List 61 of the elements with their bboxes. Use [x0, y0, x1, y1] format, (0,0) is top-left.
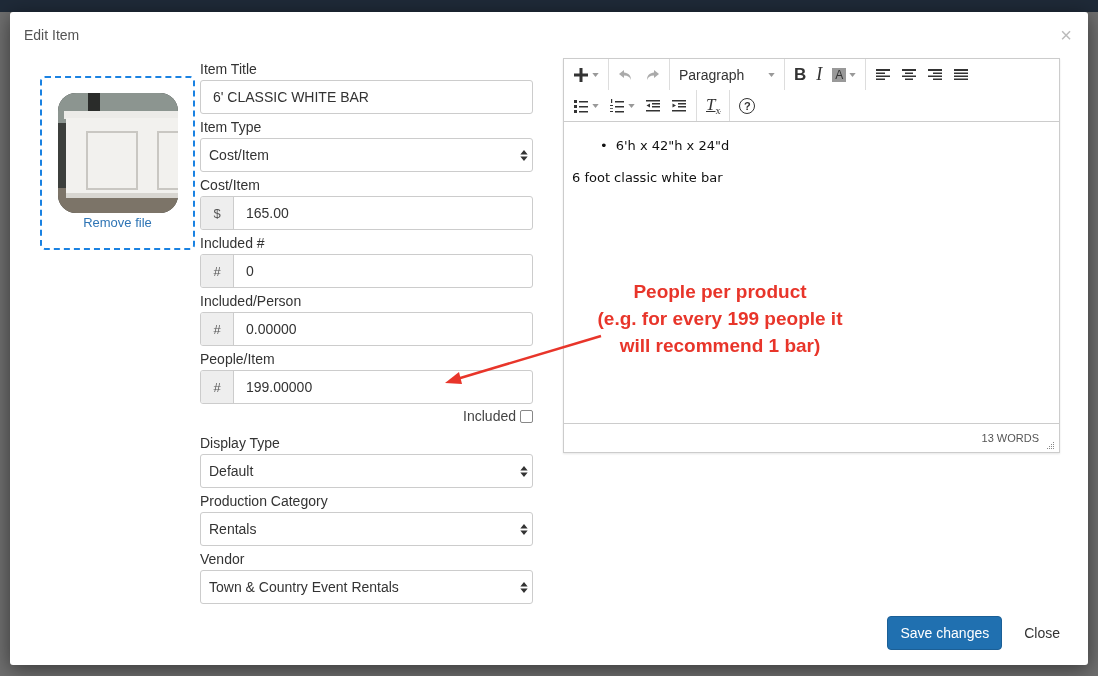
input-addon: # — [201, 371, 234, 403]
indent-icon — [671, 97, 687, 114]
color-button[interactable]: A — [827, 61, 862, 88]
annotation-text: will recommend 1 bar) — [619, 334, 821, 358]
plus-icon — [573, 66, 589, 83]
select-field[interactable]: Rentals — [200, 512, 533, 546]
align-left-icon — [875, 66, 892, 83]
field-label: Item Type — [200, 118, 263, 137]
annotation-text: People per product — [633, 280, 807, 304]
checkbox[interactable] — [520, 409, 533, 423]
select-field[interactable]: Default — [200, 454, 533, 488]
number-field[interactable]: # 0 — [200, 254, 533, 288]
text-field[interactable]: 6' CLASSIC WHITE BAR — [200, 80, 533, 114]
outdent-icon — [645, 97, 661, 114]
help-button[interactable]: ? — [734, 92, 761, 119]
save-button[interactable]: Save changes — [887, 616, 1003, 650]
remove-file-link[interactable]: Remove file — [83, 215, 152, 230]
input-addon: # — [201, 313, 234, 345]
annotation-text: (e.g. for every 199 people it — [597, 307, 843, 331]
word-count: 13 WORDS — [981, 432, 1039, 444]
input-addon: # — [201, 255, 234, 287]
paragraph-text: 6 foot classic white bar — [572, 170, 724, 185]
modal-title: Edit Item — [24, 27, 80, 43]
select-field[interactable]: Town & Country Event Rentals — [200, 570, 533, 604]
select-arrows-icon — [520, 523, 528, 535]
bullet-item: 6'h x 42"h x 24"d — [615, 137, 730, 155]
number-field[interactable]: $ 165.00 — [200, 196, 533, 230]
field-label: People/Item — [200, 350, 276, 369]
bullet-marker: • — [600, 137, 608, 155]
align-right-icon — [927, 66, 944, 83]
field-label: Production Category — [200, 492, 329, 511]
input-addon: $ — [201, 197, 234, 229]
resize-grip-icon[interactable] — [1045, 440, 1055, 450]
select-arrows-icon — [520, 465, 528, 477]
align-center-icon — [901, 66, 918, 83]
select-field[interactable]: Cost/Item — [200, 138, 533, 172]
bold-button[interactable]: B — [789, 61, 812, 88]
caret-icon — [592, 103, 599, 108]
number-field[interactable]: # 199.00000 — [200, 370, 533, 404]
format-button[interactable]: Paragraph — [674, 61, 780, 88]
clear-format-button[interactable]: T$_{x}$ — [701, 92, 726, 119]
numbered-list-icon — [609, 97, 625, 114]
close-button[interactable]: Close — [1012, 616, 1072, 650]
field-label: Included/Person — [200, 292, 303, 311]
select-arrows-icon — [520, 581, 528, 593]
field-label: Cost/Item — [200, 176, 261, 195]
justify-icon — [953, 66, 970, 83]
italic-button[interactable]: I — [811, 61, 828, 88]
number-field[interactable]: # 0.00000 — [200, 312, 533, 346]
bullet-list-icon — [573, 97, 589, 114]
select-arrows-icon — [520, 149, 528, 161]
caret-icon — [628, 103, 635, 108]
caret-icon — [768, 72, 775, 77]
field-label: Included # — [200, 234, 266, 253]
field-label: Display Type — [200, 434, 281, 453]
checkbox-label: Included — [463, 408, 516, 424]
caret-icon — [849, 72, 857, 77]
field-label: Vendor — [200, 550, 246, 569]
image-dropzone[interactable]: Remove file — [40, 76, 195, 250]
field-label: Item Title — [200, 60, 258, 79]
caret-icon — [592, 72, 599, 77]
